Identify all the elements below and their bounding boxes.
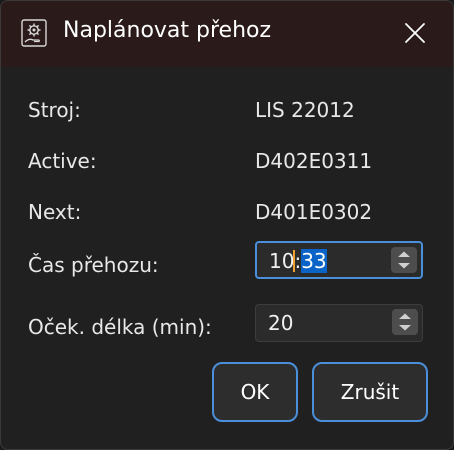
dialog-window: Naplánovat přehoz Stroj: LIS 22012 Activ… <box>0 0 454 450</box>
active-value: D402E0311 <box>255 149 373 173</box>
close-button[interactable] <box>393 11 437 55</box>
gear-hand-icon <box>21 19 47 47</box>
next-value: D401E0302 <box>255 200 373 224</box>
cancel-button[interactable]: Zrušit <box>312 362 428 422</box>
stroj-value: LIS 22012 <box>255 98 355 122</box>
window-title: Naplánovat přehoz <box>63 18 272 43</box>
time-spinbox[interactable]: 10:33 <box>255 241 423 279</box>
time-hours: 10 <box>269 249 295 273</box>
spin-arrows-icon[interactable] <box>390 307 420 337</box>
active-label: Active: <box>28 149 97 173</box>
title-bar[interactable]: Naplánovat přehoz <box>1 1 453 67</box>
next-label: Next: <box>28 200 82 224</box>
stroj-label: Stroj: <box>28 98 81 122</box>
time-label: Čas přehozu: <box>28 253 159 277</box>
ok-button[interactable]: OK <box>212 362 298 422</box>
duration-spinbox[interactable]: 20 <box>255 304 423 342</box>
spin-arrows-icon[interactable] <box>389 245 419 275</box>
time-minutes-selected: 33 <box>301 249 327 273</box>
duration-input-text[interactable]: 20 <box>268 311 293 335</box>
duration-label: Oček. délka (min): <box>28 315 212 339</box>
time-input-text[interactable]: 10:33 <box>269 249 327 273</box>
close-icon <box>393 23 437 59</box>
